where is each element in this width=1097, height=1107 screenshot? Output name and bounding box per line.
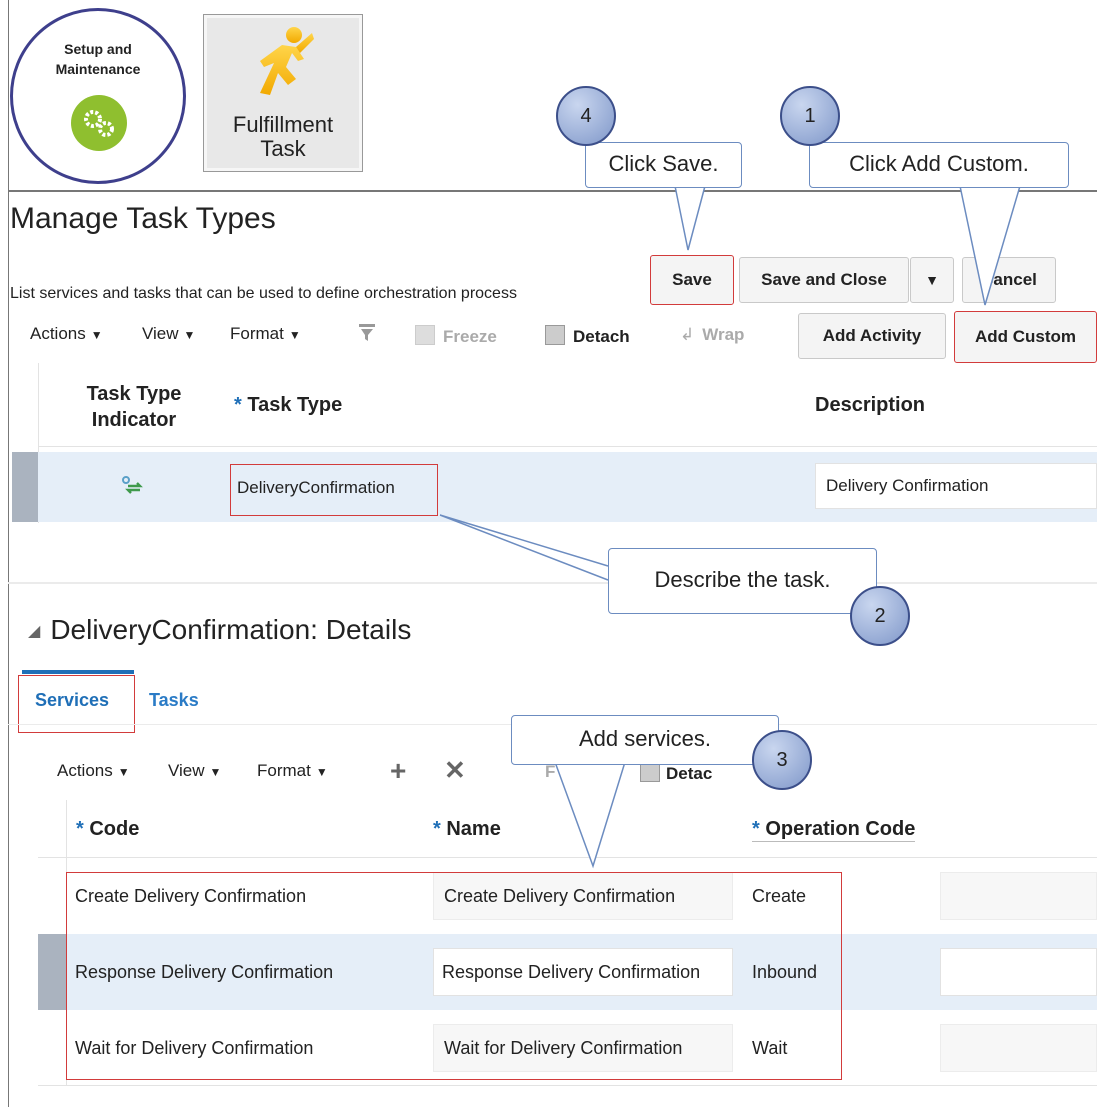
callout-1-number: 1 xyxy=(780,86,840,146)
callout-4-text: Click Save. xyxy=(585,142,742,188)
callout-3-number: 3 xyxy=(752,730,812,790)
callout-2-number: 2 xyxy=(850,586,910,646)
callout-4-number: 4 xyxy=(556,86,616,146)
callout-1-text: Click Add Custom. xyxy=(809,142,1069,188)
callout-3-text: Add services. xyxy=(511,715,779,765)
callout-2-text: Describe the task. xyxy=(608,548,877,614)
